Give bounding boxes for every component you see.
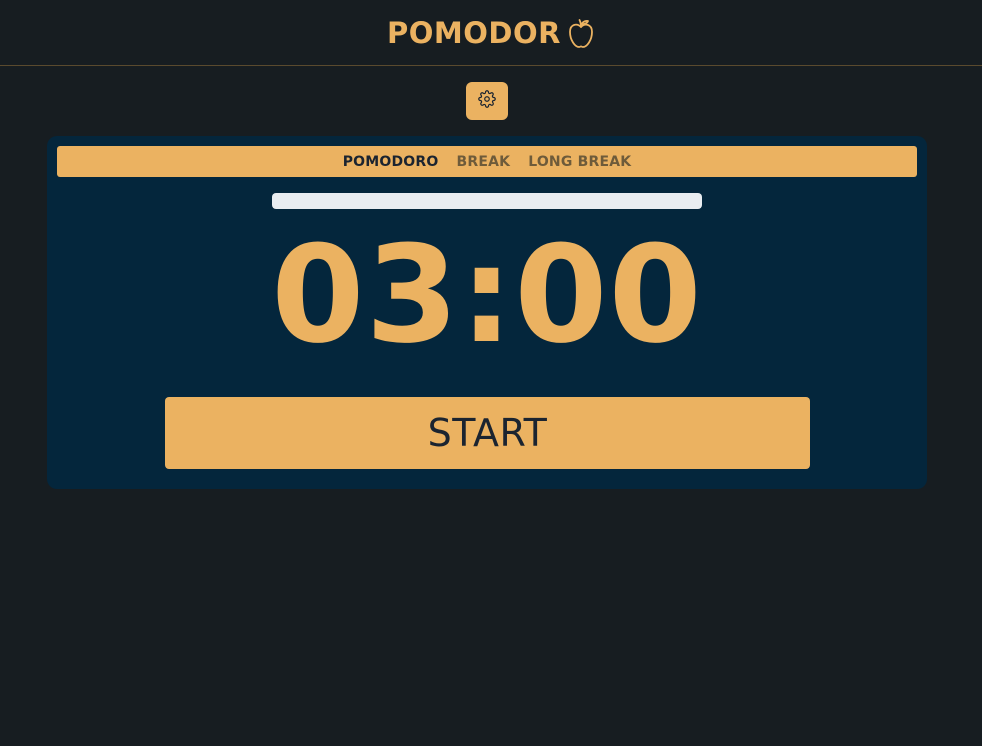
app-header: POMODOR [0,0,982,66]
gear-icon [478,90,496,112]
tab-long-break[interactable]: LONG BREAK [528,154,631,170]
timer-card: POMODORO BREAK LONG BREAK 03:00 START [47,136,927,489]
mode-tabs: POMODORO BREAK LONG BREAK [57,146,917,177]
progress-bar [272,193,702,209]
timer-display: 03:00 [271,217,703,373]
tab-pomodoro[interactable]: POMODORO [343,154,439,170]
start-button-label: START [427,411,548,455]
start-button[interactable]: START [165,397,810,469]
settings-button[interactable] [466,82,508,120]
tab-break[interactable]: BREAK [457,154,511,170]
app-title: POMODOR [387,15,561,50]
apple-icon [567,17,595,49]
brand: POMODOR [387,16,595,50]
